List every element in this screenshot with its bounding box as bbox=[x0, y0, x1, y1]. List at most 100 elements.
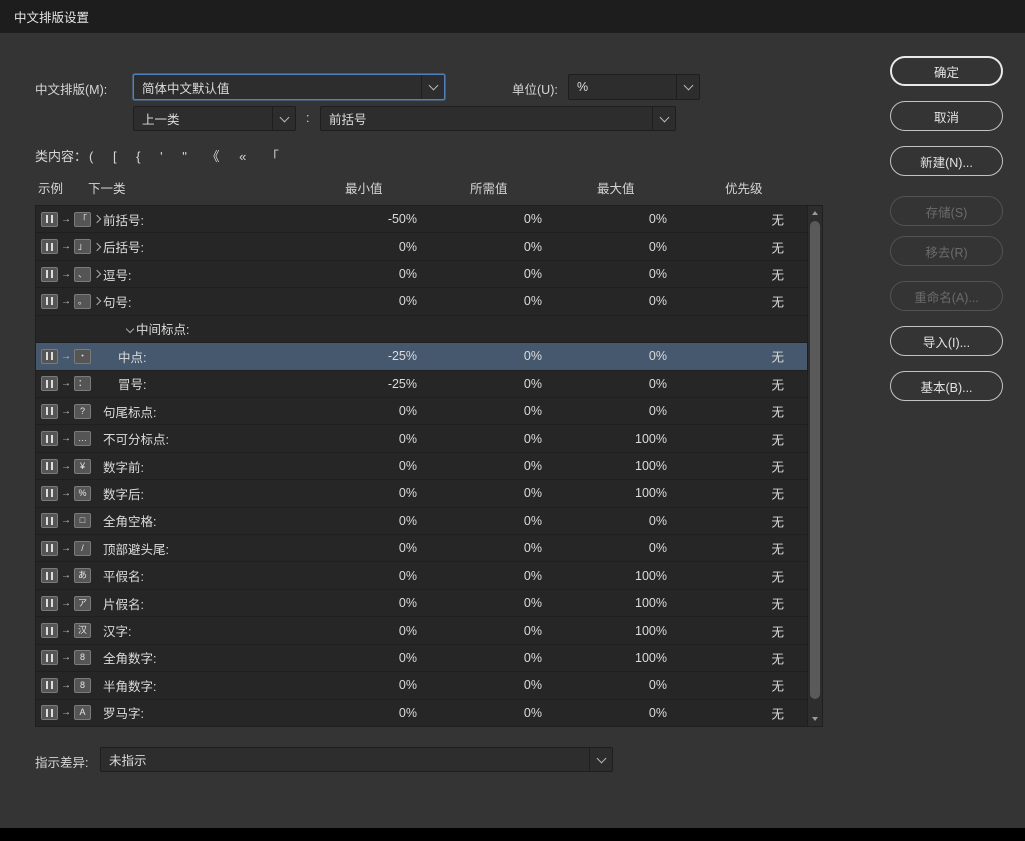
max-value[interactable]: 0% bbox=[649, 514, 667, 528]
desired-value[interactable]: 0% bbox=[524, 596, 542, 610]
priority-value[interactable]: 无 bbox=[771, 566, 784, 585]
table-row[interactable]: → □ 全角空格: 0% 0% 0% 无 bbox=[36, 508, 807, 536]
priority-value[interactable]: 无 bbox=[771, 676, 784, 695]
desired-value[interactable]: 0% bbox=[524, 541, 542, 555]
expand-chevron-icon[interactable] bbox=[92, 242, 102, 251]
max-value[interactable]: 100% bbox=[635, 432, 667, 446]
max-value[interactable]: 100% bbox=[635, 596, 667, 610]
priority-value[interactable]: 无 bbox=[771, 374, 784, 393]
min-value[interactable]: 0% bbox=[399, 514, 417, 528]
desired-value[interactable]: 0% bbox=[524, 624, 542, 638]
priority-value[interactable]: 无 bbox=[771, 621, 784, 640]
desired-value[interactable]: 0% bbox=[524, 349, 542, 363]
min-value[interactable]: 0% bbox=[399, 651, 417, 665]
priority-value[interactable]: 无 bbox=[771, 703, 784, 722]
min-value[interactable]: 0% bbox=[399, 240, 417, 254]
table-row[interactable]: → ア 片假名: 0% 0% 100% 无 bbox=[36, 590, 807, 618]
desired-value[interactable]: 0% bbox=[524, 294, 542, 308]
import-button[interactable]: 导入(I)... bbox=[890, 326, 1003, 356]
min-value[interactable]: -25% bbox=[388, 377, 417, 391]
desired-value[interactable]: 0% bbox=[524, 486, 542, 500]
table-row[interactable]: → … 不可分标点: 0% 0% 100% 无 bbox=[36, 425, 807, 453]
min-value[interactable]: 0% bbox=[399, 706, 417, 720]
desired-value[interactable]: 0% bbox=[524, 267, 542, 281]
expand-chevron-icon[interactable] bbox=[92, 214, 102, 224]
max-value[interactable]: 0% bbox=[649, 240, 667, 254]
min-value[interactable]: 0% bbox=[399, 541, 417, 555]
desired-value[interactable]: 0% bbox=[524, 706, 542, 720]
ok-button[interactable]: 确定 bbox=[890, 56, 1003, 86]
max-value[interactable]: 0% bbox=[649, 294, 667, 308]
desired-value[interactable]: 0% bbox=[524, 651, 542, 665]
desired-value[interactable]: 0% bbox=[524, 240, 542, 254]
table-row[interactable]: → % 数字后: 0% 0% 100% 无 bbox=[36, 480, 807, 508]
table-row[interactable]: → A 罗马字: 0% 0% 0% 无 bbox=[36, 700, 807, 726]
chevron-down-icon[interactable] bbox=[272, 107, 295, 130]
indicate-diff-select[interactable]: 未指示 bbox=[100, 747, 613, 772]
max-value[interactable]: 100% bbox=[635, 569, 667, 583]
composition-select[interactable]: 简体中文默认值 bbox=[133, 74, 445, 100]
scrollbar[interactable] bbox=[807, 206, 822, 726]
desired-value[interactable]: 0% bbox=[524, 514, 542, 528]
min-value[interactable]: 0% bbox=[399, 678, 417, 692]
expand-chevron-icon[interactable] bbox=[92, 297, 102, 306]
max-value[interactable]: 0% bbox=[649, 349, 667, 363]
max-value[interactable]: 100% bbox=[635, 459, 667, 473]
priority-value[interactable]: 无 bbox=[771, 648, 784, 667]
priority-value[interactable]: 无 bbox=[771, 265, 784, 284]
priority-value[interactable]: 无 bbox=[771, 292, 784, 311]
table-row[interactable]: → 。 句号: 0% 0% 0% 无 bbox=[36, 288, 807, 316]
priority-value[interactable]: 无 bbox=[771, 429, 784, 448]
min-value[interactable]: 0% bbox=[399, 459, 417, 473]
min-value[interactable]: 0% bbox=[399, 596, 417, 610]
max-value[interactable]: 0% bbox=[649, 267, 667, 281]
priority-value[interactable]: 无 bbox=[771, 210, 784, 229]
prev-class-select[interactable]: 上一类 bbox=[133, 106, 296, 131]
max-value[interactable]: 100% bbox=[635, 624, 667, 638]
max-value[interactable]: 100% bbox=[635, 651, 667, 665]
min-value[interactable]: 0% bbox=[399, 404, 417, 418]
table-row[interactable]: → ? 句尾标点: 0% 0% 0% 无 bbox=[36, 398, 807, 426]
min-value[interactable]: 0% bbox=[399, 294, 417, 308]
table-row[interactable]: 中间标点: bbox=[36, 316, 807, 344]
expand-chevron-icon[interactable] bbox=[92, 269, 102, 279]
min-value[interactable]: 0% bbox=[399, 267, 417, 281]
min-value[interactable]: -50% bbox=[388, 212, 417, 226]
min-value[interactable]: 0% bbox=[399, 432, 417, 446]
min-value[interactable]: 0% bbox=[399, 569, 417, 583]
min-value[interactable]: 0% bbox=[399, 624, 417, 638]
table-row[interactable]: → / 顶部避头尾: 0% 0% 0% 无 bbox=[36, 535, 807, 563]
max-value[interactable]: 0% bbox=[649, 377, 667, 391]
priority-value[interactable]: 无 bbox=[771, 539, 784, 558]
scroll-up-icon[interactable] bbox=[808, 206, 822, 220]
min-value[interactable]: 0% bbox=[399, 486, 417, 500]
priority-value[interactable]: 无 bbox=[771, 402, 784, 421]
chevron-down-icon[interactable] bbox=[421, 75, 444, 99]
max-value[interactable]: 0% bbox=[649, 678, 667, 692]
chevron-down-icon[interactable] bbox=[676, 75, 699, 99]
table-row[interactable]: → 「 前括号: -50% 0% 0% 无 bbox=[36, 206, 807, 234]
table-row[interactable]: → あ 平假名: 0% 0% 100% 无 bbox=[36, 562, 807, 590]
scroll-down-icon[interactable] bbox=[808, 712, 822, 726]
desired-value[interactable]: 0% bbox=[524, 569, 542, 583]
max-value[interactable]: 0% bbox=[649, 212, 667, 226]
priority-value[interactable]: 无 bbox=[771, 457, 784, 476]
table-row[interactable]: → 汉 汉字: 0% 0% 100% 无 bbox=[36, 617, 807, 645]
table-row[interactable]: → ¥ 数字前: 0% 0% 100% 无 bbox=[36, 453, 807, 481]
table-row[interactable]: → ： 冒号: -25% 0% 0% 无 bbox=[36, 371, 807, 398]
chevron-down-icon[interactable] bbox=[589, 748, 612, 771]
table-row[interactable]: → 8 全角数字: 0% 0% 100% 无 bbox=[36, 645, 807, 673]
min-value[interactable]: -25% bbox=[388, 349, 417, 363]
table-row[interactable]: → ・ 中点: -25% 0% 0% 无 bbox=[36, 343, 807, 371]
scrollbar-thumb[interactable] bbox=[810, 221, 820, 699]
table-row[interactable]: → 、 逗号: 0% 0% 0% 无 bbox=[36, 261, 807, 289]
table-row[interactable]: → 8 半角数字: 0% 0% 0% 无 bbox=[36, 672, 807, 700]
new-button[interactable]: 新建(N)... bbox=[890, 146, 1003, 176]
current-class-select[interactable]: 前括号 bbox=[320, 106, 676, 131]
priority-value[interactable]: 无 bbox=[771, 594, 784, 613]
unit-select[interactable]: % bbox=[568, 74, 700, 100]
max-value[interactable]: 100% bbox=[635, 486, 667, 500]
priority-value[interactable]: 无 bbox=[771, 484, 784, 503]
max-value[interactable]: 0% bbox=[649, 541, 667, 555]
expand-chevron-icon[interactable] bbox=[125, 324, 135, 334]
